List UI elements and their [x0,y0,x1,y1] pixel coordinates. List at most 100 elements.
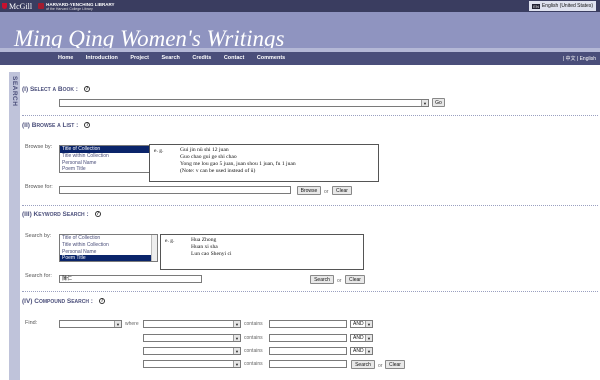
compound-field-select[interactable]: ▼ [143,334,241,342]
language-badge: EN [532,3,540,9]
browse-by-listbox[interactable]: Title of Collection Title within Collecti… [59,145,158,173]
nav-contact[interactable]: Contact [224,55,244,61]
contains-label: contains [244,321,263,327]
section-divider [22,291,598,292]
nav-credits[interactable]: Credits [192,55,211,61]
or-text: or [378,363,383,369]
listbox-option[interactable]: Title of Collection [60,146,157,153]
boolean-operator-select[interactable]: AND ▼ [350,334,373,342]
or-text: or [324,189,329,195]
find-field-select[interactable]: ▼ [59,320,122,328]
listbox-option[interactable]: Personal Name [60,249,157,256]
eg-label: e. g. [165,238,175,244]
keyword-search-button[interactable]: Search [310,275,334,284]
help-icon[interactable]: ? [83,86,90,93]
harvard-yenching-logo[interactable]: HARVARD-YENCHING LIBRARY of the Harvard … [38,1,115,11]
boolean-operator-select[interactable]: AND ▼ [350,347,373,355]
select-book-title: (I) Select a Book : [22,86,78,93]
search-for-input[interactable]: 陳仁 [59,275,202,283]
dropdown-arrow-icon: ▼ [365,335,372,341]
compound-term-input[interactable] [269,320,347,328]
help-icon[interactable]: ? [84,122,91,129]
listbox-option[interactable]: Poem Title [60,255,157,261]
find-label: Find: [25,320,38,326]
example-line: Gui jin nü shi 12 juan [180,147,229,153]
keyword-heading: (III) Keyword Search :? [22,211,101,218]
search-content: (I) Select a Book :? ▼ Go (II) Browse a … [20,64,600,380]
help-icon[interactable]: ? [94,211,101,218]
harvard-logo-line1: HARVARD-YENCHING LIBRARY [46,1,115,7]
nav-home[interactable]: Home [58,55,73,61]
dropdown-arrow-icon: ▼ [365,348,372,354]
nav-project[interactable]: Project [130,55,149,61]
nav-introduction[interactable]: Introduction [86,55,118,61]
book-select[interactable]: ▼ [59,99,429,107]
language-switch[interactable]: | 中文 | English [563,55,596,62]
dropdown-arrow-icon: ▼ [114,321,121,327]
mcgill-logo[interactable]: McGill [0,2,32,11]
browse-title: (II) Browse a List : [22,122,79,129]
search-for-label: Search for: [25,273,52,279]
compound-field-select[interactable]: ▼ [143,320,241,328]
browse-heading: (II) Browse a List :? [22,122,91,129]
eg-label: e. g. [154,148,164,154]
example-line: Huan xi sha [191,244,218,250]
dropdown-arrow-icon: ▼ [233,321,240,327]
boolean-operator-value: AND [353,348,364,354]
section-divider [22,205,598,206]
language-indicator[interactable]: EN English (United States) [529,1,596,11]
compound-term-input[interactable] [269,360,347,368]
main-nav: Home Introduction Project Search Credits Cont… [0,52,600,64]
contains-label: contains [244,348,263,354]
listbox-scrollbar[interactable] [151,235,157,261]
listbox-option[interactable]: Poem Title [60,166,157,172]
keyword-examples-box: e. g. Hua Zhong Huan xi sha Lun cao Shenyi… [160,234,364,270]
listbox-option[interactable]: Title within Collection [60,242,157,249]
browse-clear-button[interactable]: Clear [332,186,352,195]
language-label: English (United States) [541,3,593,9]
compound-field-select[interactable]: ▼ [143,347,241,355]
search-side-tab: SEARCH [9,72,20,380]
boolean-operator-value: AND [353,335,364,341]
go-button[interactable]: Go [432,98,445,107]
example-line: Guo chao gui ge shi chao [180,154,237,160]
dropdown-arrow-icon: ▼ [233,361,240,367]
compound-search-button[interactable]: Search [351,360,375,369]
search-by-listbox[interactable]: Title of Collection Title within Collecti… [59,234,158,262]
boolean-operator-value: AND [353,321,364,327]
side-tab-label: SEARCH [11,76,18,107]
compound-term-input[interactable] [269,334,347,342]
example-line: Lun cao Shenyi ci [191,251,232,257]
compound-field-select[interactable]: ▼ [143,360,241,368]
dropdown-arrow-icon: ▼ [233,348,240,354]
browse-by-label: Browse by: [25,144,53,150]
harvard-logo-line2: of the Harvard College Library [46,6,93,11]
listbox-option[interactable]: Title of Collection [60,235,157,242]
listbox-option[interactable]: Personal Name [60,160,157,167]
browse-for-input[interactable] [59,186,291,194]
site-banner: Ming Qing Women's Writings [0,12,600,52]
mcgill-shield-icon [2,3,7,9]
help-icon[interactable]: ? [98,298,105,305]
compound-heading: (IV) Compound Search :? [22,298,105,305]
boolean-operator-select[interactable]: AND ▼ [350,320,373,328]
where-label: where [125,321,139,327]
section-divider [22,115,598,116]
example-line: (Note: v can be used instead of ü) [180,168,256,174]
harvard-seal-icon [38,3,45,9]
nav-comments[interactable]: Comments [257,55,285,61]
compound-term-input[interactable] [269,347,347,355]
browse-examples-box: e. g. Gui jin nü shi 12 juan Guo chao gui… [149,144,379,182]
or-text: or [337,278,342,284]
select-book-heading: (I) Select a Book :? [22,86,90,93]
browse-button[interactable]: Browse [297,186,321,195]
keyword-clear-button[interactable]: Clear [345,275,365,284]
keyword-title: (III) Keyword Search : [22,211,89,218]
compound-clear-button[interactable]: Clear [385,360,405,369]
search-by-label: Search by: [25,233,52,239]
contains-label: contains [244,361,263,367]
contains-label: contains [244,335,263,341]
listbox-option[interactable]: Title within Collection [60,153,157,160]
nav-search[interactable]: Search [162,55,180,61]
dropdown-arrow-icon: ▼ [421,100,428,106]
